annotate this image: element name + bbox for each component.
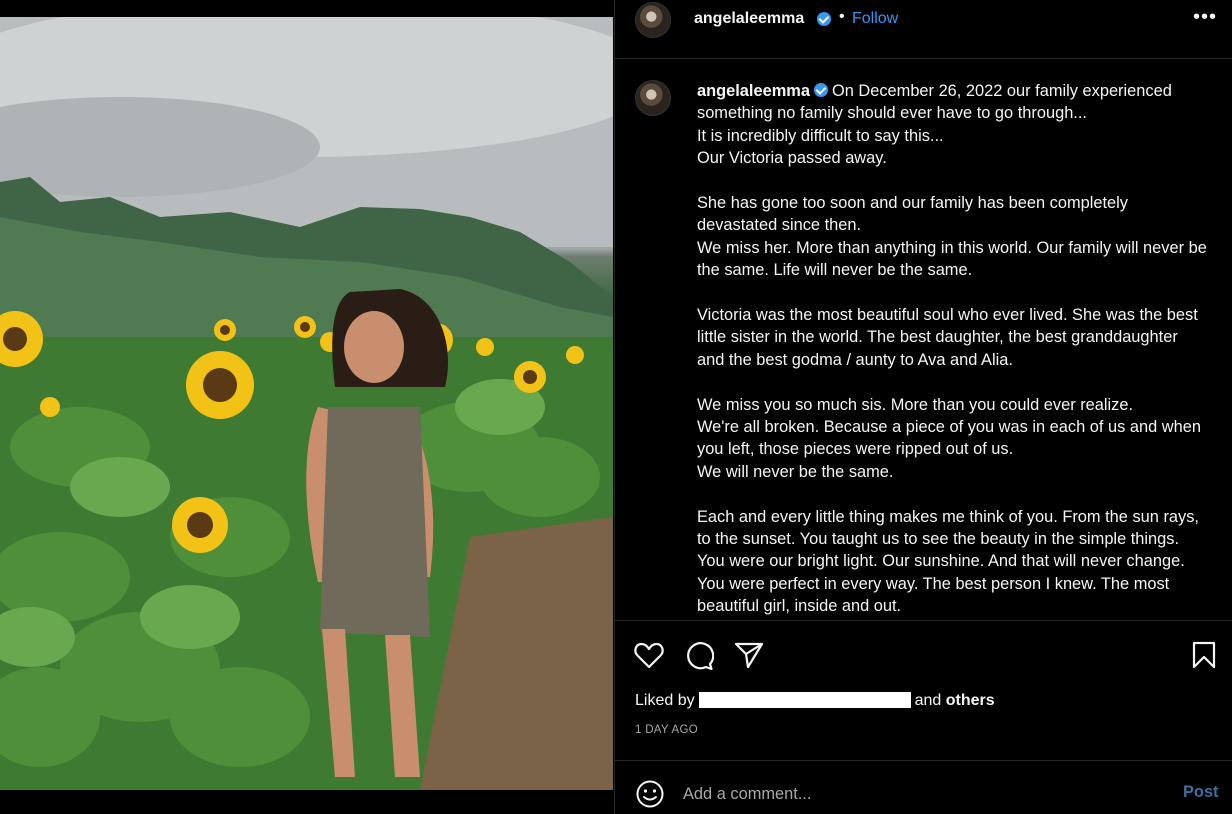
comment-input[interactable] — [683, 781, 1163, 807]
caption-line: Victoria was the most beautiful soul who… — [697, 306, 1198, 369]
bookmark-icon[interactable] — [1191, 641, 1217, 674]
post-header: angelaleemma • Follow ••• — [615, 0, 1232, 59]
comment-bar: Post — [615, 760, 1232, 814]
redacted-username — [698, 692, 911, 708]
ellipsis-icon[interactable]: ••• — [1193, 6, 1217, 29]
avatar[interactable] — [635, 2, 671, 38]
liked-by-label: Liked by — [635, 692, 695, 709]
caption-line: We miss her. More than anything in this … — [697, 238, 1207, 280]
speech-bubble-icon[interactable] — [684, 641, 715, 676]
verified-badge-icon — [817, 12, 831, 26]
post-comment-button[interactable]: Post — [1183, 783, 1219, 802]
caption-line: We will never be the same. — [697, 462, 894, 481]
others-link[interactable]: others — [946, 692, 995, 709]
post-photo[interactable] — [0, 17, 613, 790]
separator-dot: • — [839, 8, 845, 25]
smiley-icon[interactable] — [635, 779, 665, 814]
caption-line: Each and every little thing makes me thi… — [697, 507, 1199, 616]
avatar[interactable] — [635, 80, 671, 116]
caption-username[interactable]: angelaleemma — [697, 82, 810, 100]
caption-text: angelaleemma On December 26, 2022 our fam… — [697, 80, 1207, 618]
action-bar: Liked by and others 1 DAY AGO — [615, 620, 1232, 760]
caption-line: We're all broken. Because a piece of you… — [697, 418, 1201, 459]
likes-summary: Liked by and others — [635, 692, 995, 710]
username-link[interactable]: angelaleemma — [694, 10, 804, 28]
paper-plane-icon[interactable] — [734, 641, 764, 674]
caption-line: It is incredibly difficult to say this..… — [697, 126, 944, 145]
liked-by-and: and — [914, 692, 942, 709]
post-media-panel — [0, 0, 613, 814]
post-sidebar: angelaleemma • Follow ••• angelaleemma On… — [614, 0, 1232, 814]
sunflower-scene-illustration — [0, 17, 613, 790]
post-timestamp[interactable]: 1 DAY AGO — [635, 724, 698, 736]
caption-line: Our Victoria passed away. — [697, 149, 887, 168]
heart-icon[interactable] — [634, 641, 664, 674]
caption-line: She has gone too soon and our family has… — [697, 194, 1128, 235]
caption-line: We miss you so much sis. More than you c… — [697, 395, 1134, 414]
verified-badge-icon — [813, 83, 828, 97]
follow-button[interactable]: Follow — [852, 10, 898, 28]
caption-section: angelaleemma On December 26, 2022 our fam… — [615, 60, 1232, 619]
